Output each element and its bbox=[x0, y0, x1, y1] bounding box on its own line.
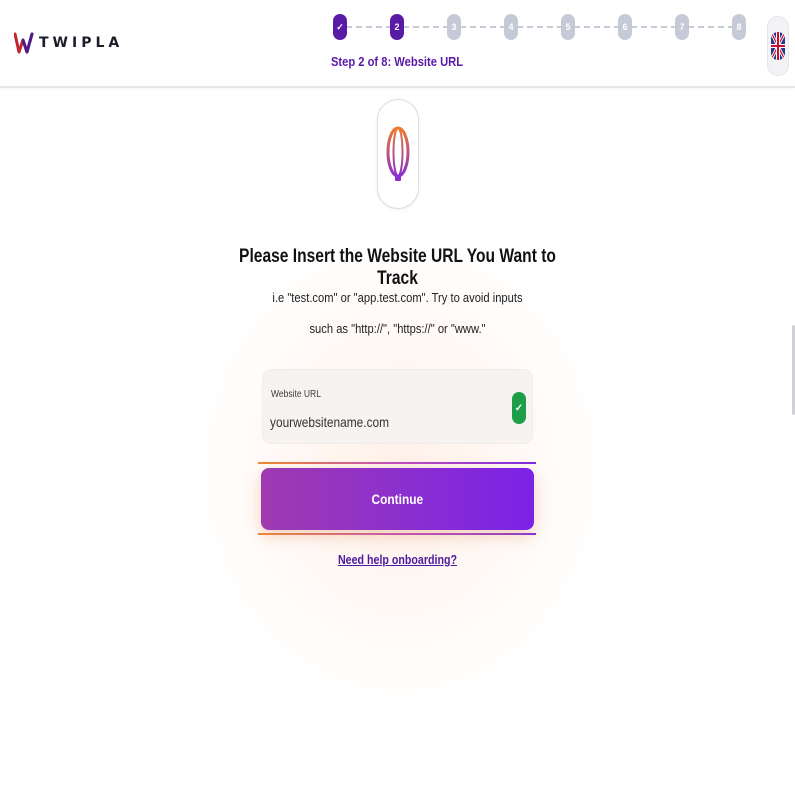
step-6-number: 6 bbox=[622, 22, 628, 32]
uk-flag-icon bbox=[771, 32, 785, 60]
step-1-check-icon: ✓ bbox=[336, 21, 344, 32]
continue-button[interactable]: Continue bbox=[261, 468, 534, 530]
step-connector bbox=[688, 26, 734, 28]
step-5: 5 bbox=[561, 14, 575, 40]
step-connector bbox=[517, 26, 563, 28]
step-4-number: 4 bbox=[508, 22, 514, 32]
step-connector bbox=[631, 26, 677, 28]
step-5-number: 5 bbox=[565, 22, 571, 32]
continue-button-label: Continue bbox=[371, 491, 424, 507]
page-subtitle: i.e "test.com" or "app.test.com". Try to… bbox=[272, 290, 523, 336]
website-url-field[interactable]: Website URL ✓ bbox=[262, 369, 533, 444]
step-7: 7 bbox=[675, 14, 689, 40]
globe-badge bbox=[377, 99, 419, 209]
step-connector bbox=[403, 26, 449, 28]
language-selector[interactable] bbox=[767, 16, 789, 76]
step-2-number: 2 bbox=[394, 22, 400, 32]
step-4: 4 bbox=[504, 14, 518, 40]
twipla-logo[interactable]: TWIPLA bbox=[14, 31, 123, 55]
website-url-input[interactable] bbox=[270, 411, 417, 433]
step-2-active[interactable]: 2 bbox=[390, 14, 404, 40]
logo-text: TWIPLA bbox=[39, 35, 124, 51]
top-header: TWIPLA ✓ 2 3 4 5 6 7 8 Step 2 of 8: Webs… bbox=[0, 0, 795, 88]
step-8-number: 8 bbox=[736, 22, 742, 32]
step-connector bbox=[460, 26, 506, 28]
step-label: Step 2 of 8: Website URL bbox=[330, 54, 464, 69]
step-1-done[interactable]: ✓ bbox=[333, 14, 347, 40]
website-url-label: Website URL bbox=[271, 389, 321, 400]
twipla-logo-mark-icon bbox=[14, 32, 34, 54]
step-connector bbox=[574, 26, 620, 28]
check-icon: ✓ bbox=[512, 392, 526, 424]
globe-icon bbox=[386, 126, 410, 181]
step-3-number: 3 bbox=[451, 22, 457, 32]
step-8: 8 bbox=[732, 14, 746, 40]
step-6: 6 bbox=[618, 14, 632, 40]
step-7-number: 7 bbox=[679, 22, 685, 32]
help-onboarding-link[interactable]: Need help onboarding? bbox=[318, 552, 478, 567]
step-3: 3 bbox=[447, 14, 461, 40]
step-connector bbox=[346, 26, 392, 28]
onboarding-stepper: ✓ 2 3 4 5 6 7 8 bbox=[330, 10, 750, 44]
